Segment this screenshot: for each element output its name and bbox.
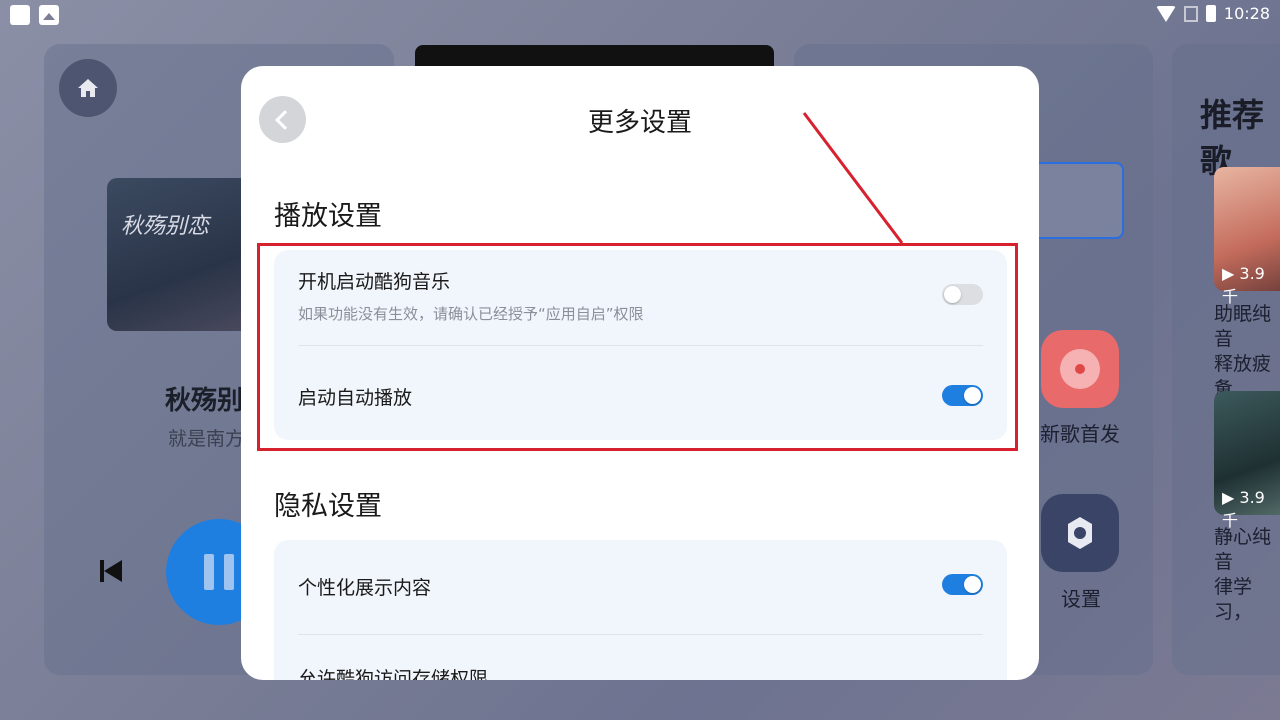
annotation-arrow	[802, 112, 904, 244]
